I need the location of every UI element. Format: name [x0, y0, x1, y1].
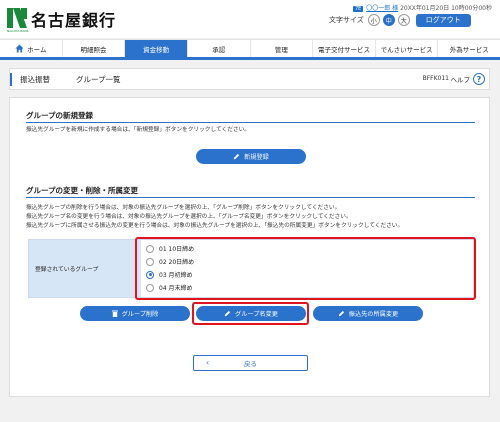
pencil-icon: [338, 310, 344, 317]
bank-name: 名古屋銀行: [31, 11, 117, 30]
nav-item-management[interactable]: 管理: [251, 40, 314, 57]
highlight-rename-button: [192, 302, 309, 325]
change-description-delete: 振込先グループの削除を行う場合は、対象の振込先グループを選択の上、「グループ削除…: [26, 205, 341, 211]
nav-item-e-delivery[interactable]: 電子交付サービス: [313, 40, 376, 57]
change-description-members: 振込先グループに所属させる振込先の変更を行う場合は、対象の振込先グループを選択の…: [26, 223, 404, 229]
new-section-description: 振込先グループを新規に作成する場合は、「新規登録」ボタンをクリックしてください。: [26, 127, 250, 133]
nav-item-statements[interactable]: 明細照会: [63, 40, 126, 57]
member-change-button[interactable]: 振込先の所属変更: [313, 306, 423, 321]
button-label: 振込先の所属変更: [348, 311, 399, 318]
logout-button[interactable]: ログアウト: [415, 13, 471, 27]
font-size-medium-button[interactable]: 中: [382, 14, 395, 26]
font-size-large-button[interactable]: 大: [397, 14, 410, 26]
home-icon: [15, 44, 24, 53]
bank-logo-icon: [7, 8, 27, 28]
page-title: グループ一覧: [76, 75, 121, 84]
change-section-title: グループの変更・削除・所属変更: [26, 186, 139, 195]
page-category: 振込振替: [20, 75, 50, 84]
button-label: 戻る: [244, 360, 257, 368]
section-divider: [26, 122, 475, 123]
nav-item-fund-transfer[interactable]: 資金移動: [125, 40, 188, 57]
last-login: 20XX年01月20日 10時00分00秒: [400, 5, 492, 12]
header: NAGOYA BANK 名古屋銀行 7E 〇〇一郎 様 20XX年01月20日 …: [0, 0, 500, 38]
user-badge: 7E: [352, 6, 364, 12]
screen-code: BFFK011: [422, 75, 449, 82]
page-title-bar: 振込振替 グループ一覧 BFFK011 ヘルプ ?: [9, 68, 490, 90]
nav-item-forex[interactable]: 外為サービス: [438, 40, 500, 57]
global-nav: ホーム 明細照会 資金移動 承認 管理 電子交付サービス でんさいサービス 外為…: [0, 39, 500, 60]
help-icon: ?: [473, 73, 485, 85]
help-link[interactable]: ヘルプ ?: [450, 73, 485, 85]
user-info: 7E 〇〇一郎 様 20XX年01月20日 10時00分00秒: [352, 3, 492, 12]
user-name[interactable]: 〇〇一郎 様: [366, 5, 398, 12]
new-register-button[interactable]: 新規登録: [196, 149, 306, 164]
new-section-title: グループの新規登録: [26, 111, 94, 120]
nav-label: ホーム: [27, 45, 47, 54]
title-accent-bar: [10, 73, 12, 86]
help-label: ヘルプ: [450, 76, 471, 84]
button-label: グループ削除: [121, 311, 159, 318]
back-button[interactable]: ‹ 戻る: [193, 355, 308, 371]
font-size-small-button[interactable]: 小: [367, 14, 380, 26]
font-size-label: 文字サイズ: [329, 16, 364, 24]
nav-item-home[interactable]: ホーム: [0, 40, 63, 57]
nav-item-densai[interactable]: でんさいサービス: [376, 40, 439, 57]
group-delete-button[interactable]: グループ削除: [80, 306, 190, 321]
trash-icon: [111, 310, 118, 317]
section-divider: [26, 197, 475, 198]
group-field-label: 登録されているグループ: [29, 240, 141, 297]
logo-subtext: NAGOYA BANK: [7, 29, 29, 33]
change-description-rename: 振込先グループ名の変更を行う場合は、対象の振込先グループを選択の上、「グループ名…: [26, 214, 352, 220]
chevron-left-icon: ‹: [206, 358, 210, 367]
nav-item-approval[interactable]: 承認: [188, 40, 251, 57]
pencil-icon: [234, 153, 240, 160]
button-label: 新規登録: [244, 154, 269, 161]
font-size-switcher: 文字サイズ 小 中 大 ログアウト: [329, 13, 471, 27]
main-panel: グループの新規登録 振込先グループを新規に作成する場合は、「新規登録」ボタンをク…: [9, 97, 490, 397]
highlight-group-list: [135, 237, 476, 300]
